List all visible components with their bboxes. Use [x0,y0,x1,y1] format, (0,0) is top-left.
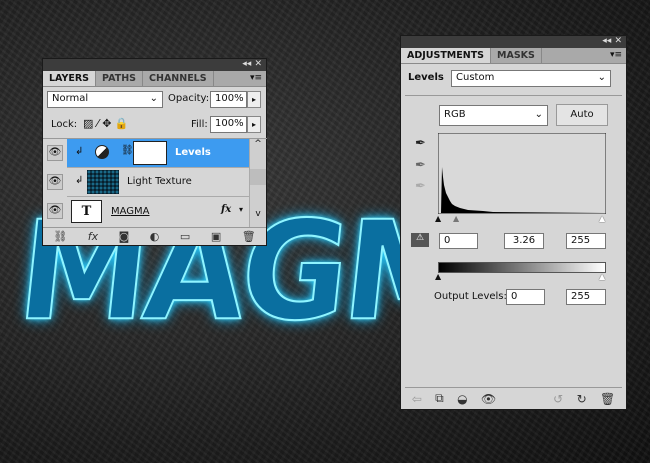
visibility-eye-icon[interactable]: 👁 [47,203,63,219]
tab-paths[interactable]: PATHS [96,71,144,86]
trash-icon[interactable]: 🗑 [600,392,615,406]
link-icon[interactable]: ⛓ [121,145,134,156]
blend-mode-select[interactable]: Normal ⌄ [47,91,163,108]
fill-label: Fill: [191,119,208,130]
lock-label: Lock: [51,119,78,130]
visibility-eye-icon[interactable]: 👁 [481,392,496,406]
view-previous-icon[interactable]: ↺ [553,392,563,406]
input-white-field[interactable]: 255 [566,233,606,249]
layer-thumbnail [87,170,119,194]
opacity-label: Opacity: [168,93,210,104]
adjustment-icon [95,145,109,159]
layer-row-magma[interactable]: T MAGMA fx ▾ [67,197,249,226]
channel-select[interactable]: RGB ⌄ [439,105,548,126]
scroll-up-icon[interactable]: ^ [250,139,266,149]
black-eyedropper-icon[interactable]: ✒ [415,136,426,151]
new-group-icon[interactable]: ▭ [180,230,190,243]
panel-menu-icon[interactable]: ▾≡ [610,50,622,60]
text-layer-thumbnail: T [71,200,102,223]
input-black-slider[interactable]: ▲ [435,214,441,223]
chevron-down-icon: ⌄ [149,93,158,104]
opacity-input[interactable]: 100% [210,91,247,108]
opacity-slider-button[interactable]: ▸ [247,91,261,108]
back-arrow-icon[interactable]: ⇦ [412,392,422,406]
tab-adjustments[interactable]: ADJUSTMENTS [401,48,492,63]
output-white-field[interactable]: 255 [566,289,606,305]
output-black-field[interactable]: 0 [506,289,545,305]
new-layer-icon[interactable]: ▣ [211,230,221,243]
visibility-eye-icon[interactable]: 👁 [47,145,63,161]
panel-titlebar[interactable]: ◂◂ ✕ [43,59,266,71]
reset-icon[interactable]: ↻ [577,392,587,406]
input-gamma-slider[interactable]: ▲ [453,214,459,223]
scroll-down-icon[interactable]: v [250,209,266,219]
collapse-close-icon[interactable]: ◂◂ ✕ [242,59,262,69]
tab-masks[interactable]: MASKS [491,48,542,63]
chevron-down-icon: ⌄ [597,72,606,83]
layers-list: ↲ ⛓ Levels 👁 ↲ Light Texture 👁 T MAGMA f… [43,138,267,227]
fx-icon[interactable]: fx [88,230,98,243]
adjustments-panel: ◂◂ ✕ ADJUSTMENTS MASKS ▾≡ Levels Custom ⌄… [400,35,627,410]
layers-bottom-toolbar: ⛓ fx ◙ ◐ ▭ ▣ 🗑 [43,227,266,245]
divider [405,95,622,96]
input-black-field[interactable]: 0 [439,233,478,249]
fx-expand-icon[interactable]: ▾ [239,205,243,214]
input-white-slider[interactable]: ▲ [599,214,605,223]
channel-value: RGB [444,109,466,120]
blend-mode-value: Normal [52,93,89,104]
visibility-eye-icon[interactable]: 👁 [47,174,63,190]
chevron-down-icon: ⌄ [534,109,543,120]
preset-value: Custom [456,72,495,83]
layer-name[interactable]: Levels [175,147,211,158]
panel-menu-icon[interactable]: ▾≡ [250,73,262,83]
output-gradient [438,262,606,273]
panel-titlebar[interactable]: ◂◂ ✕ [401,36,626,48]
adjustment-title: Levels [408,72,444,83]
histogram [438,133,606,214]
layer-row-levels[interactable]: ↲ ⛓ Levels [67,139,249,168]
layer-row-light-texture[interactable]: ↲ Light Texture [67,168,249,197]
tab-channels[interactable]: CHANNELS [143,71,214,86]
lock-icons[interactable]: ▨ ⁄ ✥ 🔒 [83,117,129,130]
expand-view-icon[interactable]: ⧉ [435,391,444,406]
clip-arrow-icon: ↲ [75,146,84,157]
white-eyedropper-icon[interactable]: ✒ [415,179,426,194]
gray-eyedropper-icon[interactable]: ✒ [415,158,426,173]
output-white-slider[interactable]: ▲ [599,272,605,281]
trash-icon[interactable]: 🗑 [242,230,256,243]
preset-select[interactable]: Custom ⌄ [451,70,611,87]
adjustments-bottom-toolbar: ⇦ ⧉ ◒ 👁 ↺ ↻ 🗑 [405,387,622,409]
clip-to-layer-icon[interactable]: ◒ [457,392,467,406]
clip-arrow-icon: ↲ [75,175,84,186]
new-adjustment-icon[interactable]: ◐ [150,230,160,243]
collapse-close-icon[interactable]: ◂◂ ✕ [602,36,622,46]
fill-input[interactable]: 100% [210,116,247,133]
add-mask-icon[interactable]: ◙ [119,230,130,243]
input-gamma-field[interactable]: 3.26 [504,233,544,249]
layer-name[interactable]: Light Texture [127,176,192,187]
link-layers-icon[interactable]: ⛓ [53,230,67,243]
auto-button[interactable]: Auto [556,104,608,126]
layers-panel: ◂◂ ✕ LAYERS PATHS CHANNELS ▾≡ Normal ⌄ Op… [42,58,267,246]
scroll-thumb[interactable] [250,169,266,185]
fx-badge[interactable]: fx [221,204,231,215]
output-black-slider[interactable]: ▲ [435,272,441,281]
tab-layers[interactable]: LAYERS [43,71,97,86]
layer-name[interactable]: MAGMA [111,206,150,217]
output-levels-label: Output Levels: [434,291,507,302]
fill-slider-button[interactable]: ▸ [247,116,261,133]
layers-scrollbar[interactable]: ^ v [249,139,266,227]
clipping-warning-icon[interactable]: ⚠ [411,233,429,247]
layer-mask-thumbnail[interactable] [133,141,167,165]
